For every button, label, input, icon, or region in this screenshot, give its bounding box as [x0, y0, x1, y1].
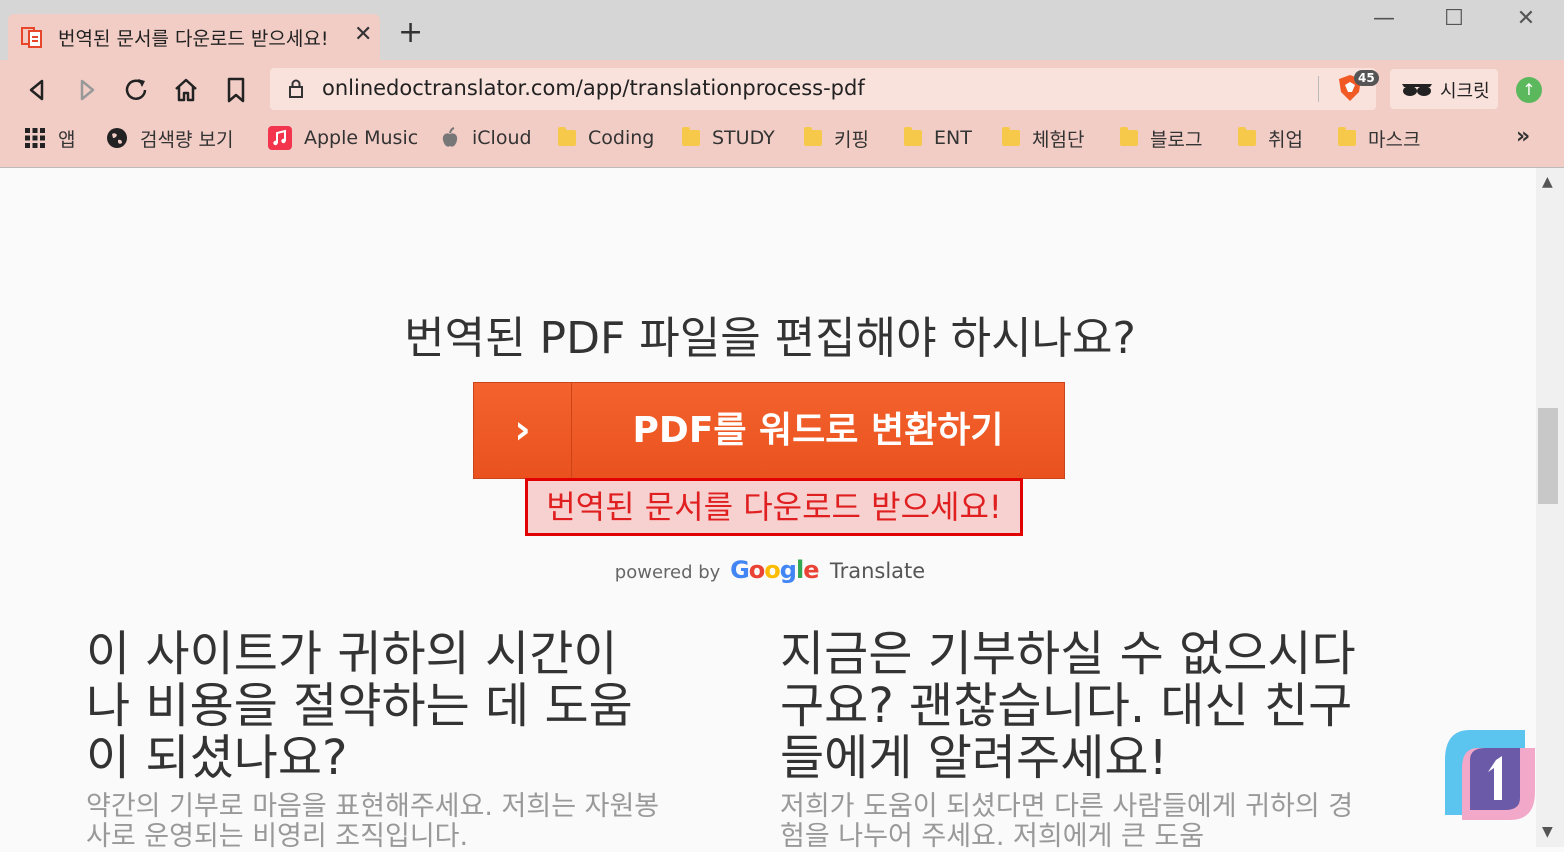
doc-translator-icon [21, 27, 42, 48]
bookmark-ent[interactable]: ENT [904, 124, 972, 152]
bookmark-label: Coding [588, 127, 655, 149]
bookmark-search-volume[interactable]: 검색량 보기 [106, 124, 233, 152]
scroll-thumb[interactable] [1538, 408, 1558, 504]
bookmark-study[interactable]: STUDY [682, 124, 775, 152]
bookmark-label: STUDY [712, 127, 775, 149]
folder-icon [1120, 127, 1138, 146]
powered-by-google-translate[interactable]: powered by Google Translate [0, 556, 1540, 584]
tab-strip: 번역된 문서를 다운로드 받으세요! ✕ + — ☐ ✕ [0, 0, 1564, 60]
bookmark-label: 체험단 [1032, 128, 1085, 151]
active-tab[interactable]: 번역된 문서를 다운로드 받으세요! ✕ [8, 14, 380, 60]
incognito-label: 시크릿 [1440, 81, 1490, 102]
bookmark-mask[interactable]: 마스크 [1338, 124, 1420, 152]
back-icon[interactable] [22, 74, 54, 106]
bookmarks-bar: 앱 검색량 보기 Apple Music iCloud Coding STUDY… [0, 118, 1564, 158]
apple-icon [442, 127, 458, 147]
lock-icon [289, 79, 303, 98]
shield-count-badge: 45 [1354, 70, 1379, 86]
share-heading: 지금은 기부하실 수 없으시다구요? 괜찮습니다. 대신 친구들에게 알려주세요… [780, 626, 1356, 786]
donate-section: 이 사이트가 귀하의 시간이 나 비용을 절약하는 데 도움이 되셨나요? 약간… [86, 628, 666, 852]
address-bar[interactable]: onlinedoctranslator.com/app/translationp… [270, 68, 1379, 110]
bookmark-icon[interactable] [220, 74, 252, 106]
convert-pdf-to-word-button[interactable]: › PDF를 워드로 변환하기 [473, 382, 1065, 479]
bookmark-coding[interactable]: Coding [558, 124, 654, 152]
maximize-icon[interactable]: ☐ [1434, 6, 1474, 42]
navigation-bar: onlinedoctranslator.com/app/translationp… [0, 60, 1564, 118]
folder-icon [804, 127, 822, 146]
google-logo: Google [730, 556, 819, 584]
scroll-up-icon[interactable]: ▲ [1542, 174, 1553, 190]
chrome-divider [0, 167, 1564, 168]
chevron-right-icon: › [474, 383, 572, 478]
bookmark-label: ENT [934, 127, 972, 149]
music-icon [268, 126, 292, 150]
powered-by-label: powered by [614, 562, 721, 583]
folder-icon [558, 127, 576, 146]
reload-icon[interactable] [120, 74, 152, 106]
bookmark-apple-music[interactable]: Apple Music [268, 124, 418, 152]
tab-title: 번역된 문서를 다운로드 받으세요! [58, 28, 329, 50]
incognito-indicator[interactable]: 시크릿 [1390, 69, 1498, 109]
scroll-down-icon[interactable]: ▼ [1542, 824, 1553, 840]
cta-label: PDF를 워드로 변환하기 [632, 410, 1004, 451]
page-headline: 번역된 PDF 파일을 편집해야 하시나요? [404, 313, 1136, 364]
bookmark-keeping[interactable]: 키핑 [804, 124, 869, 152]
more-bookmarks-button[interactable]: » [1516, 124, 1530, 149]
omnibox-divider [1318, 76, 1319, 102]
bookmark-job[interactable]: 취업 [1238, 124, 1303, 152]
bookmark-blog[interactable]: 블로그 [1120, 124, 1202, 152]
bookmark-label: Apple Music [304, 127, 419, 149]
apps-grid-icon [25, 128, 45, 148]
folder-icon [682, 127, 700, 146]
page-scrollbar[interactable]: ▲ ▼ [1536, 168, 1564, 847]
bookmark-label: 마스크 [1368, 128, 1421, 151]
download-message[interactable]: 번역된 문서를 다운로드 받으세요! [525, 478, 1023, 536]
bookmark-apps[interactable]: 앱 [24, 124, 75, 152]
url-text[interactable]: onlinedoctranslator.com/app/translationp… [322, 76, 865, 100]
bookmark-label: 키핑 [834, 128, 869, 151]
translate-label: Translate [829, 559, 926, 583]
close-window-icon[interactable]: ✕ [1506, 6, 1546, 42]
minimize-icon[interactable]: — [1364, 6, 1404, 42]
bookmark-label: 검색량 보기 [140, 128, 234, 151]
folder-icon [904, 127, 922, 146]
watermark-logo-icon [1445, 730, 1535, 820]
bookmark-label: 블로그 [1150, 128, 1203, 151]
donate-text: 약간의 기부로 마음을 표현해주세요. 저희는 자원봉사로 운영되는 비영리 조… [86, 791, 660, 852]
share-text: 저희가 도움이 되셨다면 다른 사람들에게 귀하의 경험을 나누어 주세요. 저… [780, 791, 1354, 852]
bookmark-icloud[interactable]: iCloud [440, 124, 532, 152]
globe-icon [107, 128, 127, 148]
forward-icon[interactable] [70, 74, 102, 106]
folder-icon [1238, 127, 1256, 146]
bookmark-label: 취업 [1268, 128, 1303, 151]
new-tab-button[interactable]: + [398, 18, 423, 48]
browser-chrome: 번역된 문서를 다운로드 받으세요! ✕ + — ☐ ✕ onlinedoctr… [0, 0, 1564, 168]
folder-icon [1002, 127, 1020, 146]
bookmark-label: iCloud [472, 127, 532, 149]
close-tab-icon[interactable]: ✕ [354, 22, 372, 47]
bookmark-experience[interactable]: 체험단 [1002, 124, 1084, 152]
bookmark-label: 앱 [58, 128, 76, 151]
incognito-icon [1402, 84, 1432, 96]
update-extension-icon[interactable]: ↑ [1516, 77, 1542, 103]
home-icon[interactable] [170, 74, 202, 106]
donate-heading: 이 사이트가 귀하의 시간이 나 비용을 절약하는 데 도움이 되셨나요? [86, 626, 633, 786]
folder-icon [1338, 127, 1356, 146]
share-section: 지금은 기부하실 수 없으시다구요? 괜찮습니다. 대신 친구들에게 알려주세요… [780, 628, 1360, 852]
